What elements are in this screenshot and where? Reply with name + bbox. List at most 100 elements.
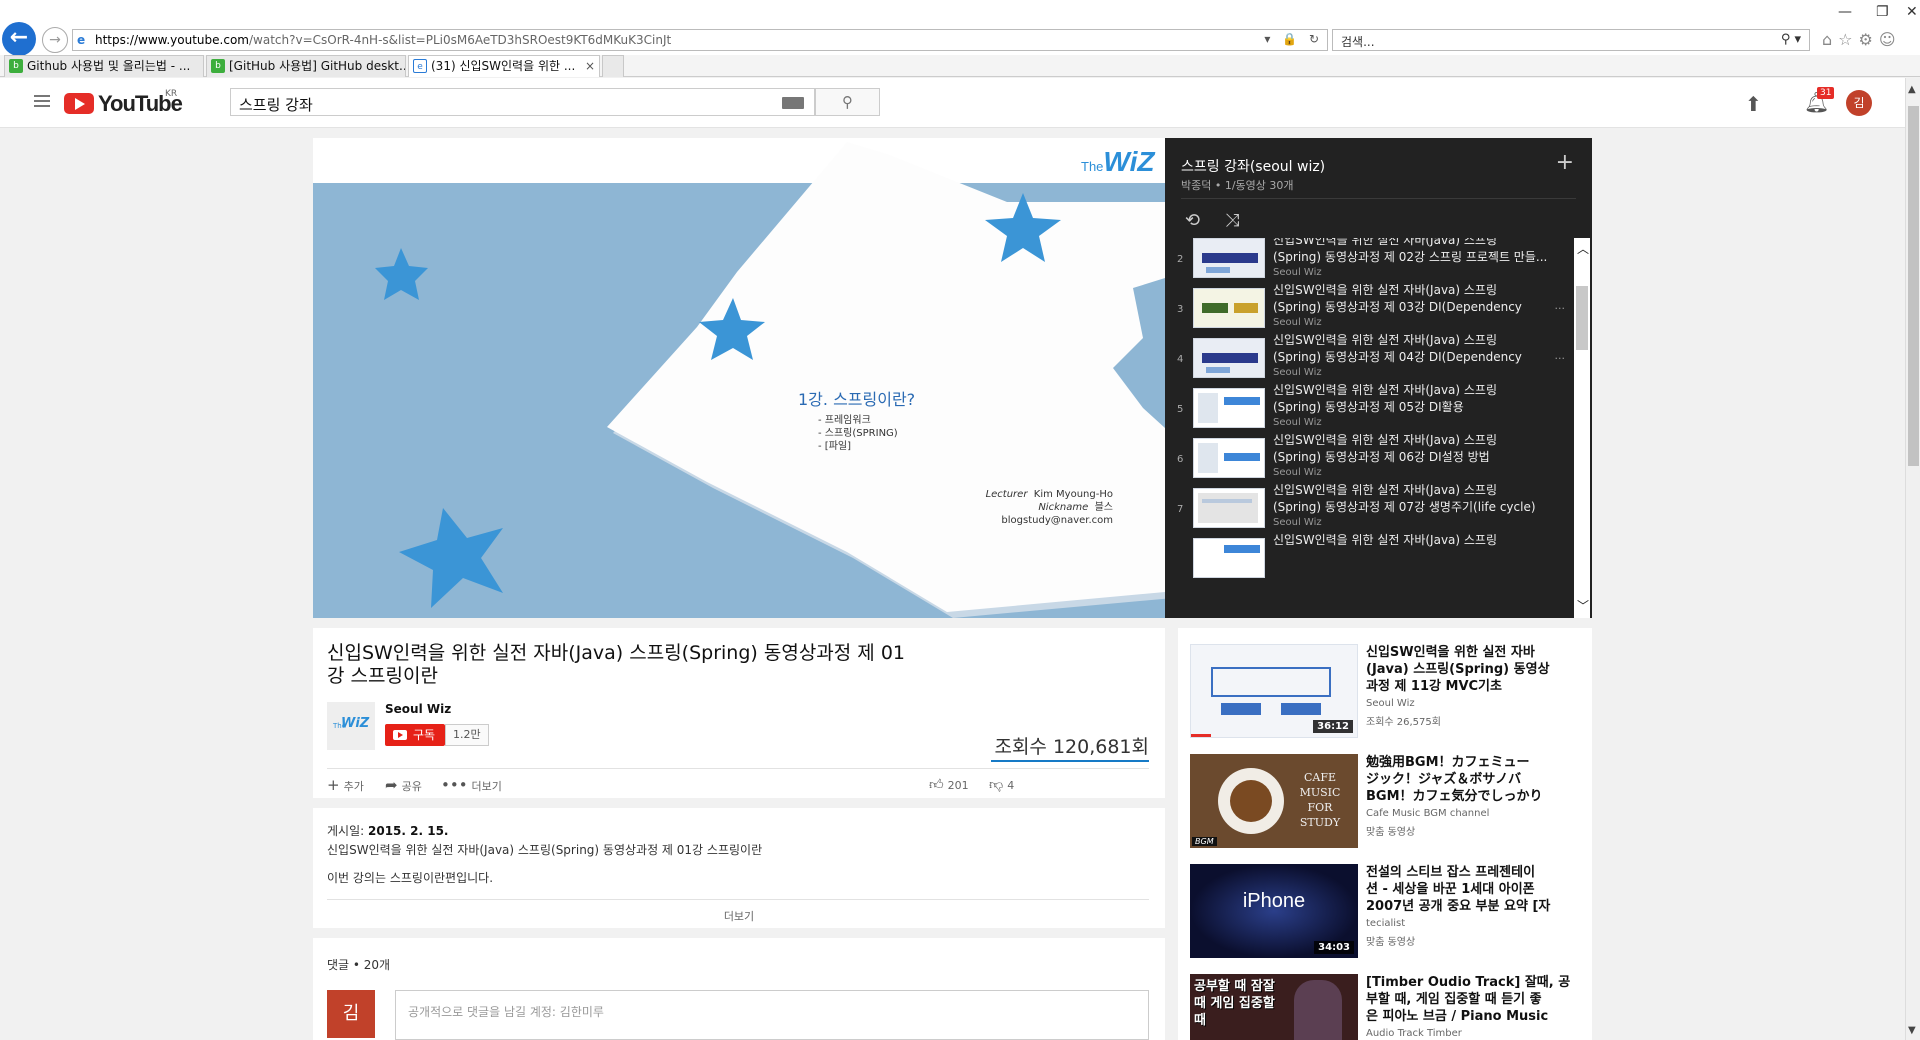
keyboard-icon[interactable] bbox=[782, 97, 804, 109]
chevron-up-icon[interactable]: ︿ bbox=[1577, 240, 1589, 257]
comment-count: 댓글 • 20개 bbox=[327, 958, 391, 972]
share-button[interactable]: ➦ 공유 bbox=[385, 776, 422, 794]
playlist-thumbnail bbox=[1193, 538, 1265, 578]
comments-section: 댓글 • 20개 김 공개적으로 댓글을 남길 계정: 김한미루 bbox=[313, 938, 1165, 1040]
url-text: https://www.youtube.com/watch?v=CsOrR-4n… bbox=[95, 33, 672, 47]
related-title[interactable]: 신입SW인력을 위한 실전 자바 (Java) 스프링(Spring) 동영상 과정… bbox=[1366, 644, 1586, 695]
thumbs-up-icon: 👍︎ bbox=[929, 777, 944, 793]
account-avatar[interactable]: 김 bbox=[1846, 90, 1872, 116]
blog-favicon-icon: b bbox=[9, 59, 23, 73]
browser-toolbar-icons[interactable]: ⌂☆⚙☺ bbox=[1822, 30, 1902, 49]
like-button[interactable]: 👍︎ 201 bbox=[929, 776, 969, 793]
video-thumbnail[interactable]: 공부할 때 잠잘 때 게임 집중할 때 bbox=[1190, 974, 1358, 1040]
video-thumbnail[interactable]: CAFE MUSIC FOR STUDY BGM bbox=[1190, 754, 1358, 848]
ie-favicon-icon: e bbox=[413, 59, 427, 73]
slide-bullets: - 프레임워크 - 스프링(SPRING) - [파일] bbox=[818, 414, 898, 453]
playlist-thumbnail bbox=[1193, 288, 1265, 328]
browser-search-placeholder: 검색... bbox=[1341, 35, 1375, 49]
tab-strip: b Github 사용법 및 올리는법 - ... b [GitHub 사용법]… bbox=[0, 55, 1920, 77]
scroll-down-icon[interactable]: ▼ bbox=[1908, 1025, 1916, 1036]
tab-github-desktop[interactable]: b [GitHub 사용법] GitHub deskt... bbox=[206, 55, 406, 77]
related-title[interactable]: [Timber Oudio Track] 잘때, 공 부할 때, 게임 집중할 때… bbox=[1366, 974, 1586, 1025]
forward-arrow-icon[interactable]: → bbox=[42, 27, 68, 53]
related-video[interactable]: CAFE MUSIC FOR STUDY BGM 勉強用BGM！カフェミュー ジッ… bbox=[1190, 754, 1590, 852]
more-dots-icon: ••• bbox=[441, 776, 468, 794]
playlist-scrollbar[interactable]: ︿ ﹀ bbox=[1574, 238, 1590, 618]
tab-label: (31) 신입SW인력을 위한 ... bbox=[431, 59, 576, 73]
scrollbar-thumb[interactable] bbox=[1908, 106, 1919, 466]
playlist-item[interactable]: 신입SW인력을 위한 실전 자바(Java) 스프링 bbox=[1165, 532, 1573, 593]
plus-icon: + bbox=[327, 776, 340, 794]
related-video[interactable]: 공부할 때 잠잘 때 게임 집중할 때 [Timber Oudio Track]… bbox=[1190, 974, 1590, 1040]
browser-search-input[interactable]: 검색... ⚲ ▾ bbox=[1332, 29, 1810, 51]
browser-chrome: — ❐ ✕ ← → e https://www.youtube.com/watc… bbox=[0, 0, 1920, 77]
tab-label: [GitHub 사용법] GitHub deskt... bbox=[229, 59, 406, 73]
video-thumbnail[interactable]: 36:12 bbox=[1190, 644, 1358, 738]
shuffle-icon[interactable]: ⤨ bbox=[1225, 210, 1239, 231]
tab-label: Github 사용법 및 올리는법 - ... bbox=[27, 59, 191, 73]
description-text: 신입SW인력을 위한 실전 자바(Java) 스프링(Spring) 동영상과정… bbox=[327, 843, 763, 857]
thumbs-down-icon: 👎︎ bbox=[989, 777, 1004, 793]
add-playlist-icon[interactable]: + bbox=[1556, 150, 1574, 175]
address-bar[interactable]: e https://www.youtube.com/watch?v=CsOrR-… bbox=[72, 29, 1328, 51]
new-tab-button[interactable] bbox=[602, 55, 624, 77]
chevron-down-icon[interactable]: ﹀ bbox=[1577, 597, 1589, 614]
divider bbox=[327, 899, 1149, 900]
youtube-search-input[interactable]: 스프링 강좌 bbox=[230, 88, 815, 116]
playlist-thumbnail bbox=[1193, 388, 1265, 428]
dislike-button[interactable]: 👎︎ 4 bbox=[989, 776, 1014, 793]
related-channel: Seoul Wiz bbox=[1366, 698, 1415, 709]
playlist-thumbnail bbox=[1193, 488, 1265, 528]
more-actions-button[interactable]: ••• 더보기 bbox=[441, 776, 502, 794]
page-scrollbar[interactable]: ▲ ▼ bbox=[1905, 78, 1920, 1040]
divider bbox=[327, 768, 1149, 769]
slide-bullet: - 스프링(SPRING) bbox=[818, 428, 898, 439]
description-text: 이번 강의는 스프링이란편입니다. bbox=[327, 871, 494, 885]
upload-icon[interactable]: ⬆ bbox=[1745, 92, 1762, 116]
related-video[interactable]: iPhone 34:03 전설의 스티브 잡스 프레젠테이 션 - 세상을 바꾼 … bbox=[1190, 864, 1590, 962]
video-info-card: 신입SW인력을 위한 실전 자바(Java) 스프링(Spring) 동영상과정… bbox=[313, 628, 1165, 798]
youtube-masthead: YouTube KR 스프링 강좌 ⚲ ⬆ 🔔︎ 31 김 bbox=[0, 78, 1905, 128]
related-channel: Cafe Music BGM channel bbox=[1366, 808, 1490, 819]
video-description: 게시일: 2015. 2. 15. 신입SW인력을 위한 실전 자바(Java)… bbox=[313, 808, 1165, 928]
notification-badge: 31 bbox=[1817, 87, 1835, 99]
tab-github-usage[interactable]: b Github 사용법 및 올리는법 - ... bbox=[4, 55, 204, 77]
scroll-up-icon[interactable]: ▲ bbox=[1908, 84, 1916, 95]
address-bar-icons[interactable]: ▾ 🔒 ↻ bbox=[1264, 32, 1323, 46]
back-arrow-icon[interactable]: ← bbox=[2, 22, 36, 56]
loop-icon[interactable]: ⟲ bbox=[1185, 210, 1200, 231]
playlist-title[interactable]: 스프링 강좌(seoul wiz) bbox=[1181, 156, 1325, 176]
search-icon[interactable]: ⚲ ▾ bbox=[1781, 32, 1801, 47]
related-channel: tecialist bbox=[1366, 918, 1406, 929]
related-title[interactable]: 전설의 스티브 잡스 프레젠테이 션 - 세상을 바꾼 1세대 아이폰 2007년 … bbox=[1366, 864, 1586, 915]
close-tab-icon[interactable]: × bbox=[585, 56, 595, 76]
playlist-items: 2 신입SW인력을 위한 실전 자바(Java) 스프링 (Spring) 동영… bbox=[1165, 238, 1573, 618]
slide-credits: Lecturer Kim Myoung-Ho Nickname 블스 blogs… bbox=[985, 489, 1113, 526]
playlist-scroll-thumb[interactable] bbox=[1576, 286, 1588, 350]
related-title[interactable]: 勉強用BGM！カフェミュー ジック！ジャズ＆ボサノバ BGM！カフェ気分でしっかり bbox=[1366, 754, 1586, 805]
channel-avatar[interactable]: The WiZ bbox=[327, 702, 375, 750]
related-meta: 맞춤 동영상 bbox=[1366, 827, 1416, 838]
channel-name[interactable]: Seoul Wiz bbox=[385, 702, 451, 716]
menu-icon[interactable] bbox=[34, 95, 50, 107]
playlist-thumbnail bbox=[1193, 238, 1265, 278]
youtube-play-icon bbox=[64, 93, 94, 114]
show-more-button[interactable]: 더보기 bbox=[313, 908, 1165, 924]
search-query: 스프링 강좌 bbox=[239, 96, 313, 114]
video-title: 신입SW인력을 위한 실전 자바(Java) 스프링(Spring) 동영상과정… bbox=[327, 642, 906, 687]
slide-title: 1강. 스프링이란? bbox=[798, 390, 916, 409]
subscribe-button[interactable]: 구독 bbox=[385, 724, 446, 746]
comment-input[interactable]: 공개적으로 댓글을 남길 계정: 김한미루 bbox=[395, 990, 1149, 1040]
youtube-search-button[interactable]: ⚲ bbox=[815, 88, 880, 116]
related-video[interactable]: 36:12 신입SW인력을 위한 실전 자바 (Java) 스프링(Spring)… bbox=[1190, 644, 1590, 742]
blog-favicon-icon: b bbox=[211, 59, 225, 73]
commenter-avatar: 김 bbox=[327, 990, 375, 1038]
video-player[interactable]: TheWiZ 1강. 스프링이란? - 프레임워크 - 스프링(SPRING) … bbox=[313, 138, 1165, 618]
playlist-subtitle: 박종덕 • 1/동영상 30개 bbox=[1181, 179, 1294, 192]
divider bbox=[1181, 198, 1576, 199]
tab-youtube-active[interactable]: e (31) 신입SW인력을 위한 ... × bbox=[408, 55, 600, 77]
playlist-thumbnail bbox=[1193, 338, 1265, 378]
related-meta: 맞춤 동영상 bbox=[1366, 937, 1416, 948]
video-thumbnail[interactable]: iPhone 34:03 bbox=[1190, 864, 1358, 958]
add-to-button[interactable]: + 추가 bbox=[327, 776, 364, 794]
